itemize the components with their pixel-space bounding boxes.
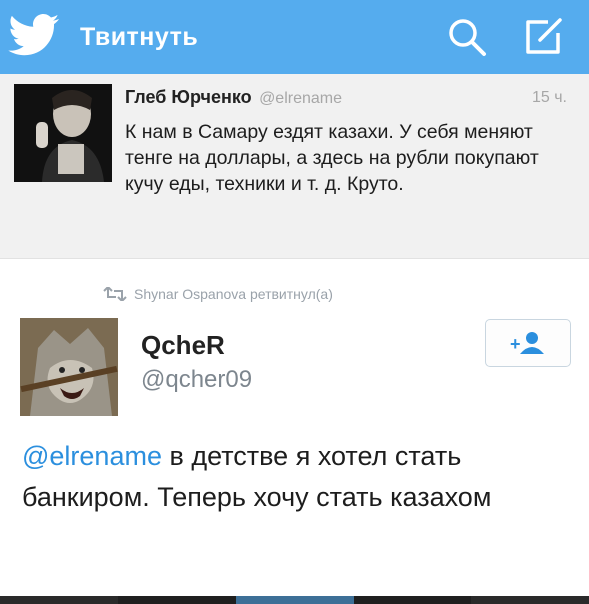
wolf-photo: [20, 318, 118, 416]
add-user-icon: +: [510, 332, 544, 354]
twitter-bird-icon[interactable]: [8, 14, 60, 58]
avatar[interactable]: [14, 84, 112, 182]
tweet-time: 15 ч.: [531, 89, 567, 106]
reply-tweet-text: @elrename в детстве я хотел стать банкир…: [22, 436, 578, 518]
tweet-header: Глеб Юрченко @elrename 15 ч.: [125, 87, 577, 113]
svg-text:+: +: [510, 334, 521, 354]
retweet-info: Shynar Ospanova ретвитнул(а): [102, 283, 333, 305]
top-bar: Твитнуть: [0, 0, 589, 74]
bottom-tab-bar: [0, 596, 589, 604]
reply-author-name[interactable]: QcheR: [141, 330, 225, 361]
tweet-text: К нам в Самару ездят казахи. У себя меня…: [125, 121, 539, 195]
compose-icon[interactable]: [522, 16, 564, 58]
original-tweet[interactable]: Глеб Юрченко @elrename 15 ч. К нам в Сам…: [0, 74, 589, 259]
tab-indicator-3[interactable]: [471, 596, 589, 604]
author-name[interactable]: Глеб Юрченко: [125, 87, 252, 107]
tab-indicator-1[interactable]: [0, 596, 118, 604]
tab-indicator-active[interactable]: [236, 596, 354, 604]
app-title: Твитнуть: [80, 23, 199, 51]
retweet-text[interactable]: Shynar Ospanova ретвитнул(а): [134, 286, 333, 302]
author-handle[interactable]: @elrename: [259, 90, 342, 107]
retweet-icon: [103, 287, 127, 301]
mention-link[interactable]: @elrename: [22, 441, 162, 471]
follow-button[interactable]: +: [485, 319, 571, 367]
reply-author-handle[interactable]: @qcher09: [141, 366, 252, 394]
avatar-photo: [14, 84, 112, 182]
search-icon[interactable]: [446, 16, 488, 58]
reply-avatar[interactable]: [20, 318, 118, 416]
